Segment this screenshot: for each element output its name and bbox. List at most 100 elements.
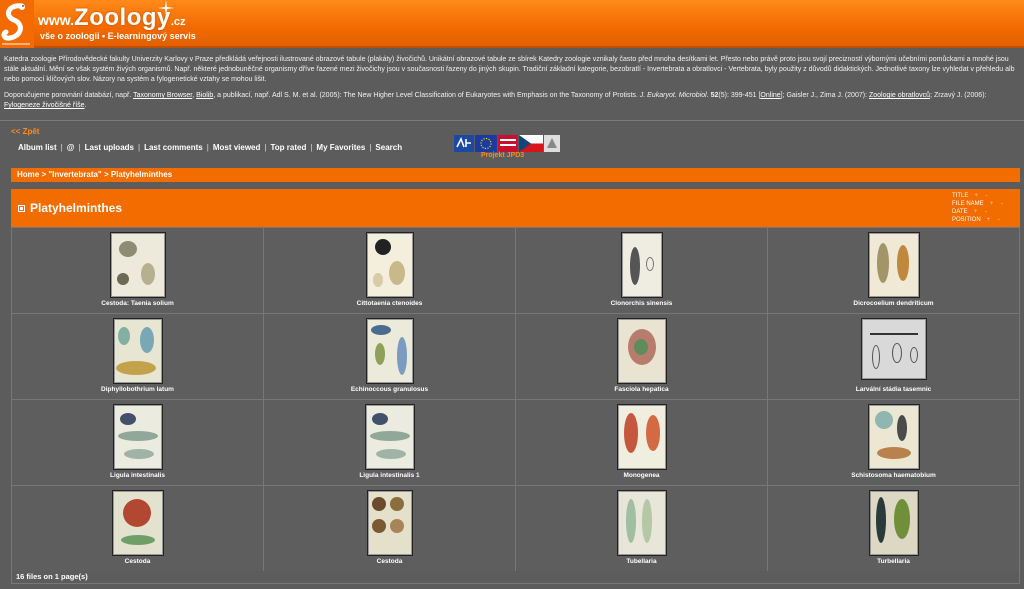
- esf-logo-icon: [454, 135, 474, 152]
- partner-logo-icon: [498, 135, 518, 152]
- thumbnail-image[interactable]: [111, 490, 164, 556]
- thumbnail-image[interactable]: [365, 318, 414, 384]
- sort-title-label: TITLE: [952, 193, 969, 199]
- thumbnail-cell[interactable]: Larvální stádia tasemnic: [768, 314, 1020, 400]
- thumbnail-cell[interactable]: Fasciola hepatica: [516, 314, 768, 400]
- intro-text-span: ]; Gaisler J., Zima J. (2007):: [780, 92, 869, 99]
- thumbnail-caption[interactable]: Echinoccous granulosus: [264, 386, 515, 393]
- thumbnail-image[interactable]: [868, 490, 919, 556]
- sort-position-label: POSITION: [952, 217, 981, 223]
- thumbnail-image[interactable]: [867, 404, 920, 470]
- nav-search[interactable]: Search: [375, 143, 402, 152]
- thumbnail-image[interactable]: [616, 404, 667, 470]
- thumbnail-image[interactable]: [616, 318, 667, 384]
- nav-separator: |: [60, 143, 63, 152]
- sort-position-row: POSITION + -: [952, 216, 1003, 224]
- thumbnail-cell[interactable]: Dicrocoelium dendriticum: [768, 228, 1020, 314]
- biolib-link[interactable]: Biolib: [196, 92, 213, 99]
- nav-my-favorites[interactable]: My Favorites: [316, 143, 365, 152]
- thumbnail-cell[interactable]: Echinoccous granulosus: [264, 314, 516, 400]
- thumbnail-image[interactable]: [366, 490, 413, 556]
- thumbnail-caption[interactable]: Larvální stádia tasemnic: [768, 386, 1019, 393]
- thumbnail-image[interactable]: [616, 490, 667, 556]
- thumbnail-image[interactable]: [112, 404, 163, 470]
- thumbnail-cell[interactable]: Schistosoma haematobium: [768, 400, 1020, 486]
- thumbnail-caption[interactable]: Cestoda: Taenia solium: [12, 300, 263, 307]
- thumbnail-image[interactable]: [867, 232, 920, 298]
- thumbnail-caption[interactable]: Diphyllobothrium latum: [12, 386, 263, 393]
- thumbnail-caption[interactable]: Tubellaria: [516, 558, 767, 565]
- thumbnail-image[interactable]: [620, 232, 663, 298]
- thumbnail-cell[interactable]: Ligula intestinalis 1: [264, 400, 516, 486]
- sort-position-desc[interactable]: -: [998, 217, 1000, 223]
- thumbnail-caption[interactable]: Fasciola hepatica: [516, 386, 767, 393]
- nav-last-uploads[interactable]: Last uploads: [85, 143, 134, 152]
- thumbnail-image[interactable]: [365, 232, 414, 298]
- nav-album-list[interactable]: Album list: [18, 143, 57, 152]
- sort-title-desc[interactable]: -: [986, 193, 988, 199]
- thumbnail-image[interactable]: [860, 318, 927, 380]
- sort-date-row: DATE + -: [952, 208, 1003, 216]
- thumbnail-cell[interactable]: Ligula intestinalis: [12, 400, 264, 486]
- thumbnail-cell[interactable]: Cestoda: Taenia solium: [12, 228, 264, 314]
- thumbnail-caption[interactable]: Dicrocoelium dendriticum: [768, 300, 1019, 307]
- back-link[interactable]: << Zpět: [11, 127, 39, 136]
- online-link[interactable]: Online: [760, 92, 780, 99]
- intro-text: Katedra zoologie Přírodovědecké fakulty …: [4, 55, 1022, 117]
- nav-separator: |: [310, 143, 313, 152]
- category-icon: [18, 205, 25, 212]
- thumbnail-cell[interactable]: Tubellaria: [516, 486, 768, 572]
- sort-options: TITLE + - FILE NAME + - DATE + - POSITION + …: [952, 192, 1003, 224]
- project-logos[interactable]: [454, 135, 560, 152]
- thumbnail-image[interactable]: [364, 404, 415, 470]
- thumbnail-cell[interactable]: Turbellaria: [768, 486, 1020, 572]
- zoologie-obratlovcu-link[interactable]: Zoologie obratlovců: [869, 92, 930, 99]
- site-title-tld: .cz: [170, 16, 186, 28]
- thumbnail-caption[interactable]: Ligula intestinalis: [12, 472, 263, 479]
- thumbnail-caption[interactable]: Monogenea: [516, 472, 767, 479]
- journal-volume: 52: [708, 92, 719, 99]
- intro-text-span: ; Zrzavý J. (2006):: [930, 92, 987, 99]
- thumbnail-image[interactable]: [109, 232, 166, 298]
- thumbnail-cell[interactable]: Cestoda: [264, 486, 516, 572]
- main-nav: Album list | @ | Last uploads | Last comments |…: [18, 143, 402, 152]
- thumbnail-caption[interactable]: Cittotaenia ctenoides: [264, 300, 515, 307]
- nav-separator: |: [137, 143, 141, 152]
- nav-separator: |: [264, 143, 267, 152]
- thumbnail-cell[interactable]: Clonorchis sinensis: [516, 228, 768, 314]
- sort-date-asc[interactable]: +: [974, 209, 978, 215]
- breadcrumb[interactable]: Home > "Invertebrata" > Platyhelminthes: [11, 168, 1020, 182]
- eu-flag-icon: [475, 135, 497, 152]
- nav-last-comments[interactable]: Last comments: [144, 143, 203, 152]
- sort-filename-desc[interactable]: -: [1001, 201, 1003, 207]
- site-title-brand: Zoology: [74, 4, 171, 31]
- sort-date-desc[interactable]: -: [985, 209, 987, 215]
- taxonomy-browser-link[interactable]: Taxonomy Browser: [133, 92, 192, 99]
- thumbnail-caption[interactable]: Schistosoma haematobium: [768, 472, 1019, 479]
- thumbnail-grid: Cestoda: Taenia solium Cittotaenia cteno…: [11, 227, 1020, 572]
- thumbnail-caption[interactable]: Ligula intestinalis 1: [264, 472, 515, 479]
- thumbnail-cell[interactable]: Monogenea: [516, 400, 768, 486]
- album-header: Platyhelminthes TITLE + - FILE NAME + - DA…: [11, 189, 1020, 227]
- nav-at[interactable]: @: [67, 143, 75, 152]
- nav-separator: |: [206, 143, 209, 152]
- sort-filename-asc[interactable]: +: [990, 201, 994, 207]
- thumbnail-caption[interactable]: Turbellaria: [768, 558, 1019, 565]
- thumbnail-image[interactable]: [112, 318, 163, 384]
- intro-text-span: Doporučujeme porovnání databází, např.: [4, 92, 134, 99]
- project-label[interactable]: Projekt JPD3: [481, 152, 524, 159]
- thumbnail-caption[interactable]: Cestoda: [264, 558, 515, 565]
- nav-most-viewed[interactable]: Most viewed: [213, 143, 261, 152]
- thumbnail-cell[interactable]: Diphyllobothrium latum: [12, 314, 264, 400]
- sort-date-label: DATE: [952, 209, 968, 215]
- thumbnail-caption[interactable]: Clonorchis sinensis: [516, 300, 767, 307]
- snake-logo-icon[interactable]: [0, 0, 34, 48]
- nav-top-rated[interactable]: Top rated: [270, 143, 306, 152]
- thumbnail-cell[interactable]: Cittotaenia ctenoides: [264, 228, 516, 314]
- thumbnail-cell[interactable]: Cestoda: [12, 486, 264, 572]
- fylogeneze-link[interactable]: Fylogeneze živočišné říše: [4, 102, 85, 109]
- sort-title-asc[interactable]: +: [974, 193, 978, 199]
- nav-separator: |: [369, 143, 372, 152]
- thumbnail-caption[interactable]: Cestoda: [12, 558, 263, 565]
- sort-position-asc[interactable]: +: [987, 217, 991, 223]
